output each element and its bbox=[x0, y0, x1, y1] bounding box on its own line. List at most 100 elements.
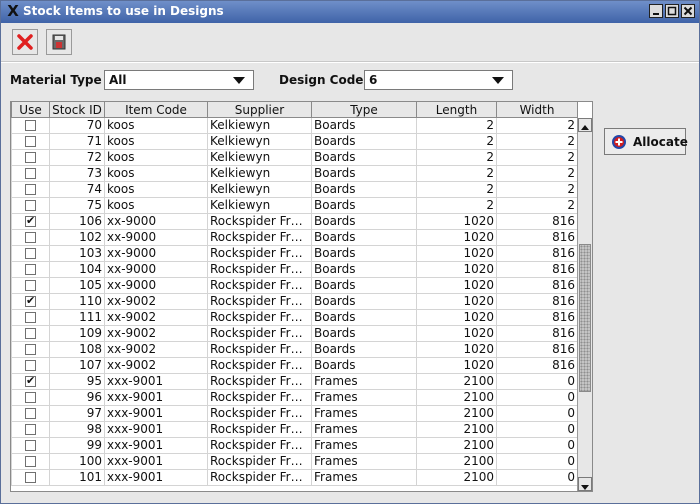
use-checkbox[interactable] bbox=[25, 152, 36, 163]
use-checkbox[interactable]: ✔ bbox=[25, 215, 36, 227]
cell-supplier: Rockspider Fra... bbox=[207, 229, 312, 246]
scrollbar-thumb[interactable] bbox=[579, 244, 591, 392]
use-checkbox[interactable] bbox=[25, 120, 36, 131]
use-checkbox[interactable] bbox=[25, 392, 36, 403]
vertical-scrollbar[interactable] bbox=[577, 118, 592, 491]
title-bar[interactable]: X Stock Items to use in Designs bbox=[1, 1, 699, 23]
column-header-type[interactable]: Type bbox=[311, 102, 417, 118]
cell-length: 2 bbox=[416, 165, 497, 182]
use-checkbox[interactable] bbox=[25, 472, 36, 483]
cell-item-code: xxx-9001 bbox=[104, 437, 208, 454]
use-checkbox[interactable] bbox=[25, 440, 36, 451]
cell-stock-id: 72 bbox=[49, 149, 105, 166]
cell-stock-id: 100 bbox=[49, 453, 105, 470]
use-checkbox[interactable] bbox=[25, 312, 36, 323]
table-row[interactable]: 74 koos Kelkiewyn Boards 2 2 bbox=[11, 181, 578, 198]
cell-type: Boards bbox=[311, 117, 417, 134]
table-row[interactable]: 75 koos Kelkiewyn Boards 2 2 bbox=[11, 197, 578, 214]
table-row[interactable]: 97 xxx-9001 Rockspider Fra... Frames 2100 0 bbox=[11, 405, 578, 422]
table-row[interactable]: 70 koos Kelkiewyn Boards 2 2 bbox=[11, 117, 578, 134]
column-header-stock-id[interactable]: Stock ID bbox=[49, 102, 105, 118]
cell-width: 816 bbox=[496, 293, 578, 310]
table-row[interactable]: 107 xx-9002 Rockspider Fra... Boards 1020 816 bbox=[11, 357, 578, 374]
delete-icon bbox=[17, 34, 33, 50]
cell-width: 816 bbox=[496, 357, 578, 374]
table-row[interactable]: 98 xxx-9001 Rockspider Fra... Frames 2100 0 bbox=[11, 421, 578, 438]
table-row[interactable]: 108 xx-9002 Rockspider Fra... Boards 1020 816 bbox=[11, 341, 578, 358]
column-header-use[interactable]: Use bbox=[11, 102, 50, 118]
cell-stock-id: 102 bbox=[49, 229, 105, 246]
stock-table: Use Stock ID Item Code Supplier Type Len… bbox=[11, 102, 578, 486]
table-row[interactable]: 71 koos Kelkiewyn Boards 2 2 bbox=[11, 133, 578, 150]
table-row[interactable]: 99 xxx-9001 Rockspider Fra... Frames 2100 0 bbox=[11, 437, 578, 454]
cell-width: 2 bbox=[496, 197, 578, 214]
use-checkbox[interactable] bbox=[25, 456, 36, 467]
maximize-icon bbox=[667, 6, 677, 16]
cell-use bbox=[11, 469, 50, 486]
maximize-button[interactable] bbox=[665, 4, 679, 18]
table-row[interactable]: ✔ 95 xxx-9001 Rockspider Fra... Frames 2100 0 bbox=[11, 373, 578, 390]
cell-stock-id: 105 bbox=[49, 277, 105, 294]
checkmark-icon: ✔ bbox=[26, 374, 36, 388]
table-row[interactable]: 104 xx-9000 Rockspider Fra... Boards 1020 816 bbox=[11, 261, 578, 278]
allocate-button[interactable]: Allocate bbox=[604, 128, 688, 155]
table-row[interactable]: 96 xxx-9001 Rockspider Fra... Frames 2100 0 bbox=[11, 389, 578, 406]
cell-item-code: koos bbox=[104, 117, 208, 134]
table-header-row: Use Stock ID Item Code Supplier Type Len… bbox=[11, 102, 578, 118]
cell-supplier: Rockspider Fra... bbox=[207, 309, 312, 326]
table-row[interactable]: ✔ 106 xx-9000 Rockspider Fra... Boards 1020 81… bbox=[11, 213, 578, 230]
table-row[interactable]: 101 xxx-9001 Rockspider Fra... Frames 2100 0 bbox=[11, 469, 578, 486]
close-window-button[interactable] bbox=[681, 4, 695, 18]
cell-length: 1020 bbox=[416, 261, 497, 278]
table-row[interactable]: 105 xx-9000 Rockspider Fra... Boards 1020 816 bbox=[11, 277, 578, 294]
column-header-item-code[interactable]: Item Code bbox=[104, 102, 208, 118]
cell-supplier: Rockspider Fra... bbox=[207, 421, 312, 438]
use-checkbox[interactable] bbox=[25, 232, 36, 243]
design-code-dropdown[interactable]: 6 bbox=[364, 70, 513, 90]
use-checkbox[interactable] bbox=[25, 408, 36, 419]
table-row[interactable]: 102 xx-9000 Rockspider Fra... Boards 1020 816 bbox=[11, 229, 578, 246]
material-type-dropdown[interactable]: All bbox=[104, 70, 254, 90]
use-checkbox[interactable] bbox=[25, 168, 36, 179]
cell-stock-id: 111 bbox=[49, 309, 105, 326]
table-row[interactable]: 109 xx-9002 Rockspider Fra... Boards 1020 816 bbox=[11, 325, 578, 342]
cell-length: 1020 bbox=[416, 245, 497, 262]
use-checkbox[interactable]: ✔ bbox=[25, 374, 36, 388]
column-header-supplier[interactable]: Supplier bbox=[207, 102, 312, 118]
use-checkbox[interactable] bbox=[25, 200, 36, 211]
minimize-button[interactable] bbox=[649, 4, 663, 18]
use-checkbox[interactable] bbox=[25, 184, 36, 195]
cell-use bbox=[11, 437, 50, 454]
use-checkbox[interactable]: ✔ bbox=[25, 295, 36, 307]
use-checkbox[interactable] bbox=[25, 360, 36, 371]
cell-supplier: Rockspider Fra... bbox=[207, 389, 312, 406]
delete-button[interactable] bbox=[12, 29, 38, 55]
use-checkbox[interactable] bbox=[25, 280, 36, 291]
use-checkbox[interactable] bbox=[25, 264, 36, 275]
column-header-length[interactable]: Length bbox=[416, 102, 497, 118]
table-row[interactable]: 100 xxx-9001 Rockspider Fra... Frames 2100 0 bbox=[11, 453, 578, 470]
cell-supplier: Kelkiewyn bbox=[207, 133, 312, 150]
table-row[interactable]: ✔ 110 xx-9002 Rockspider Fra... Boards 1020 81… bbox=[11, 293, 578, 310]
cell-length: 1020 bbox=[416, 309, 497, 326]
save-button[interactable] bbox=[46, 29, 72, 55]
cell-width: 2 bbox=[496, 117, 578, 134]
use-checkbox[interactable] bbox=[25, 328, 36, 339]
use-checkbox[interactable] bbox=[25, 344, 36, 355]
cell-stock-id: 75 bbox=[49, 197, 105, 214]
use-checkbox[interactable] bbox=[25, 136, 36, 147]
scroll-up-button[interactable] bbox=[578, 118, 592, 132]
scroll-down-button[interactable] bbox=[578, 477, 592, 491]
cell-type: Boards bbox=[311, 197, 417, 214]
use-checkbox[interactable] bbox=[25, 248, 36, 259]
table-row[interactable]: 73 koos Kelkiewyn Boards 2 2 bbox=[11, 165, 578, 182]
use-checkbox[interactable] bbox=[25, 424, 36, 435]
cell-supplier: Rockspider Fra... bbox=[207, 469, 312, 486]
cell-use bbox=[11, 149, 50, 166]
table-row[interactable]: 111 xx-9002 Rockspider Fra... Boards 1020 816 bbox=[11, 309, 578, 326]
add-circle-icon bbox=[612, 135, 626, 149]
cell-item-code: xxx-9001 bbox=[104, 389, 208, 406]
column-header-width[interactable]: Width bbox=[496, 102, 578, 118]
table-row[interactable]: 103 xx-9000 Rockspider Fra... Boards 1020 816 bbox=[11, 245, 578, 262]
table-row[interactable]: 72 koos Kelkiewyn Boards 2 2 bbox=[11, 149, 578, 166]
